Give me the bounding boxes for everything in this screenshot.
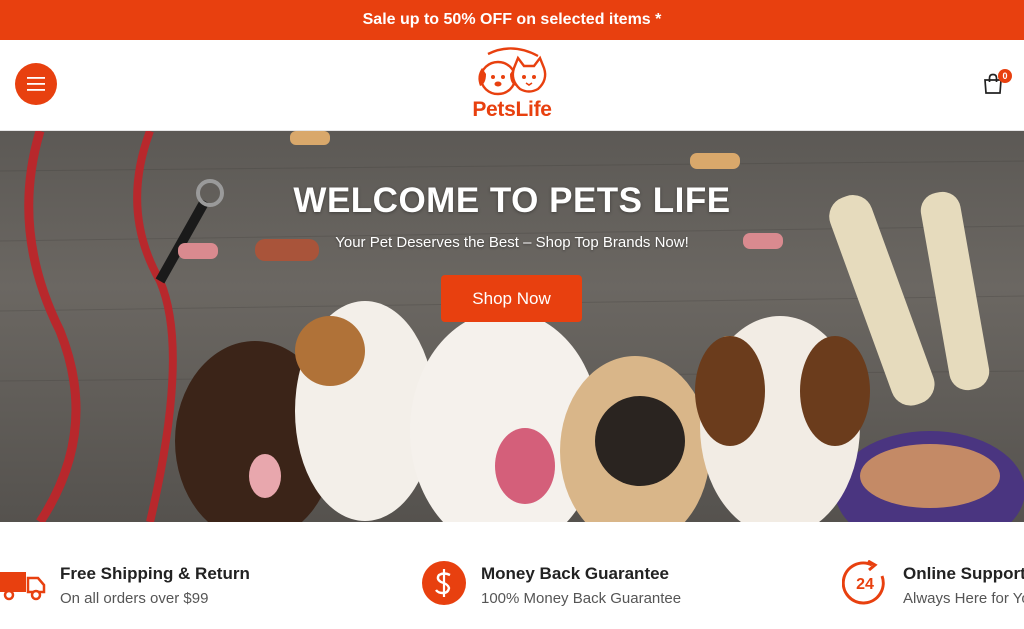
hamburger-icon	[27, 77, 45, 91]
svg-text:24: 24	[856, 576, 874, 593]
feature-money-back: Money Back Guarantee 100% Money Back Gua…	[421, 560, 741, 610]
hero-subtitle: Your Pet Deserves the Best – Shop Top Br…	[335, 234, 689, 251]
hero-title: WELCOME TO PETS LIFE	[293, 181, 731, 220]
menu-button[interactable]	[15, 63, 57, 105]
feature-online-support: 24 Online Support 24/7 Always Here for Y…	[842, 560, 1024, 610]
dollar-icon	[422, 561, 466, 605]
feature-free-shipping: Free Shipping & Return On all orders ove…	[0, 560, 300, 610]
promo-text: Sale up to 50% OFF on selected items *	[362, 11, 662, 28]
shop-now-button[interactable]: Shop Now	[441, 275, 582, 322]
site-header: PetsLife 0	[0, 40, 1024, 131]
feature-description: 100% Money Back Guarantee	[481, 590, 682, 607]
feature-description: On all orders over $99	[60, 590, 209, 607]
feature-title: Free Shipping & Return	[60, 564, 250, 583]
logo-text: PetsLife	[472, 98, 552, 121]
feature-description: Always Here for You	[903, 590, 1024, 607]
site-logo[interactable]: PetsLife	[462, 46, 562, 126]
feature-title: Online Support 24/7	[903, 564, 1024, 583]
clock-24-icon: 24	[842, 560, 885, 605]
cart-count-badge: 0	[998, 69, 1012, 83]
features-strip: Free Shipping & Return On all orders ove…	[0, 522, 1024, 629]
feature-title: Money Back Guarantee	[481, 564, 670, 583]
dog-cat-logo-icon	[478, 47, 547, 96]
cart-button[interactable]: 0	[982, 69, 1012, 99]
promo-bar: Sale up to 50% OFF on selected items *	[0, 0, 1024, 40]
truck-icon	[0, 572, 46, 601]
hero-banner: WELCOME TO PETS LIFE Your Pet Deserves t…	[0, 131, 1024, 522]
